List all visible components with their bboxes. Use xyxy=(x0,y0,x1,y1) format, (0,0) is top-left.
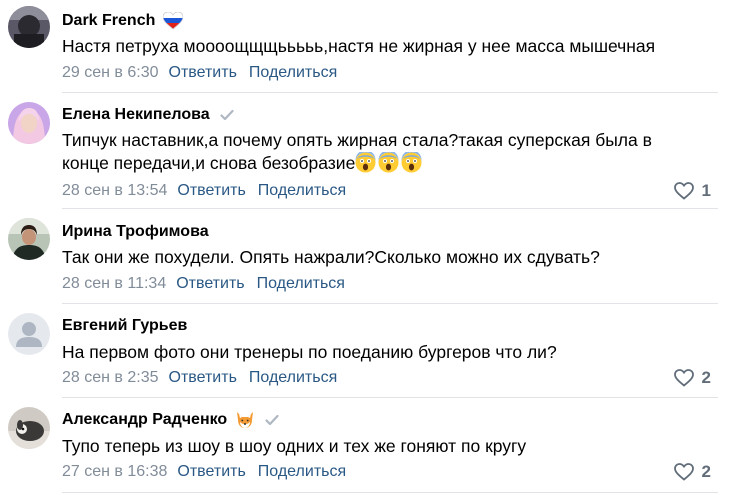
divider xyxy=(62,397,718,398)
author-name[interactable]: Александр Радченко xyxy=(62,411,227,429)
verified-check-icon xyxy=(265,411,279,429)
heart-icon xyxy=(673,369,694,387)
author-name[interactable]: Евгений Гурьев xyxy=(62,317,187,335)
russia-flag-heart-icon xyxy=(163,12,184,30)
like-count: 2 xyxy=(701,462,711,481)
reply-link[interactable]: Ответить xyxy=(177,463,245,481)
avatar[interactable] xyxy=(8,407,50,449)
like-button[interactable]: 2 xyxy=(673,368,711,388)
like-count: 2 xyxy=(701,368,711,387)
screaming-face-icon xyxy=(401,150,422,173)
verified-check-icon xyxy=(220,106,234,124)
screaming-face-icon xyxy=(355,150,376,173)
share-link[interactable]: Поделиться xyxy=(249,369,337,387)
comment-date[interactable]: 29 сен в 6:30 xyxy=(62,64,159,82)
share-link[interactable]: Поделиться xyxy=(249,64,337,82)
fox-emoji-icon xyxy=(235,411,255,429)
avatar[interactable] xyxy=(8,6,50,48)
heart-icon xyxy=(673,182,694,200)
comment-date[interactable]: 28 сен в 13:54 xyxy=(62,182,167,200)
author-name[interactable]: Dark French xyxy=(62,12,155,30)
comment-date[interactable]: 28 сен в 11:34 xyxy=(62,275,166,293)
divider xyxy=(62,92,718,93)
avatar[interactable] xyxy=(8,102,50,144)
avatar[interactable] xyxy=(8,218,50,260)
reply-link[interactable]: Ответить xyxy=(169,64,237,82)
avatar[interactable] xyxy=(8,313,50,355)
comment-date[interactable]: 27 сен в 16:38 xyxy=(62,463,167,481)
author-name[interactable]: Елена Некипелова xyxy=(62,106,210,124)
comment-text: Так они же похудели. Опять нажрали?Сколь… xyxy=(62,247,600,267)
reply-link[interactable]: Ответить xyxy=(169,369,237,387)
comment-date[interactable]: 28 сен в 2:35 xyxy=(62,369,159,387)
heart-icon xyxy=(673,463,694,481)
screaming-face-icon xyxy=(378,150,399,173)
comment-text-line-2: конце передачи,и снова безобразие xyxy=(62,150,702,175)
share-link[interactable]: Поделиться xyxy=(258,463,346,481)
like-button[interactable]: 1 xyxy=(673,181,711,201)
comment-text-line: Типчук наставник,а почему опять жирная с… xyxy=(62,130,652,150)
share-link[interactable]: Поделиться xyxy=(257,275,345,293)
divider xyxy=(62,208,718,209)
comment-text-end: конце передачи,и снова безобразие xyxy=(62,153,356,173)
comment-text: Настя петруха мoooощщщььььь,настя не жир… xyxy=(62,36,656,56)
divider xyxy=(62,303,718,304)
comment-text: На первом фото они тренеры по поеданию б… xyxy=(62,342,557,362)
like-button[interactable]: 2 xyxy=(673,462,711,482)
author-name[interactable]: Ирина Трофимова xyxy=(62,223,209,241)
like-count: 1 xyxy=(701,181,711,200)
reply-link[interactable]: Ответить xyxy=(177,182,245,200)
reply-link[interactable]: Ответить xyxy=(176,275,244,293)
divider xyxy=(62,492,718,493)
comment-text: Тупо теперь из шоу в шоу одних и тех же … xyxy=(62,436,527,456)
share-link[interactable]: Поделиться xyxy=(258,182,346,200)
